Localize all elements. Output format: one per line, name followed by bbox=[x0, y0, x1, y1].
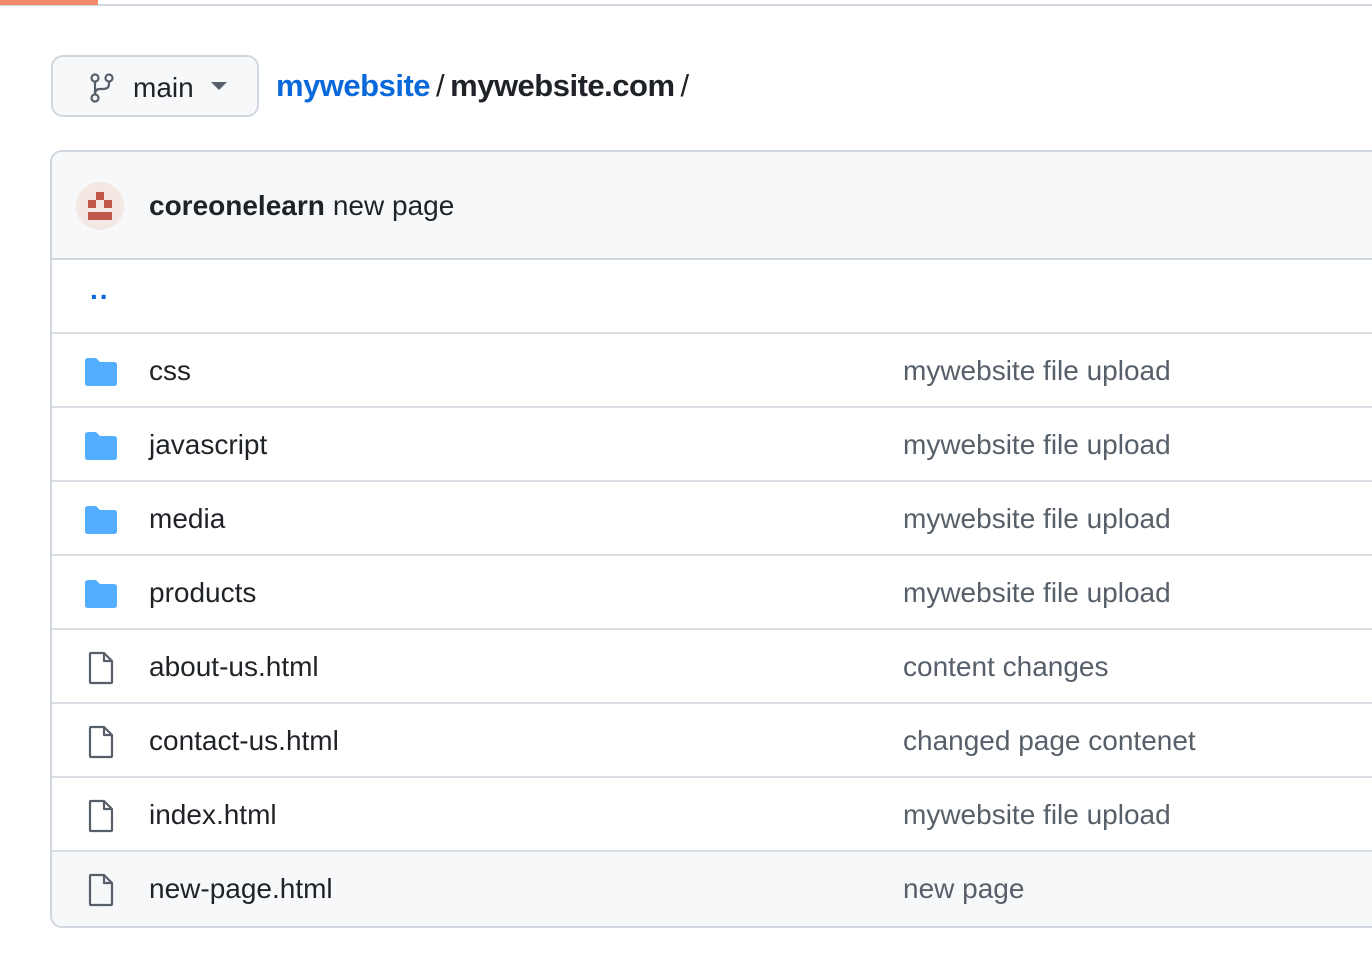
commit-author-link[interactable]: coreonelearn bbox=[149, 190, 325, 221]
commit-message-link[interactable]: content changes bbox=[903, 650, 1109, 684]
breadcrumb-repo-link[interactable]: mywebsite bbox=[276, 68, 431, 103]
file-row[interactable]: new-page.html new page bbox=[52, 852, 1372, 926]
file-icon bbox=[83, 725, 119, 759]
branch-name: main bbox=[133, 72, 194, 103]
commit-message-link[interactable]: changed page contenet bbox=[903, 724, 1196, 758]
progress-bar-fill bbox=[0, 0, 98, 5]
breadcrumb: mywebsite / mywebsite.com / bbox=[276, 66, 695, 106]
folder-row[interactable]: products mywebsite file upload bbox=[52, 556, 1372, 630]
file-row[interactable]: contact-us.html changed page contenet bbox=[52, 704, 1372, 778]
commit-message-link[interactable]: mywebsite file upload bbox=[903, 798, 1171, 832]
commit-message-link[interactable]: mywebsite file upload bbox=[903, 502, 1171, 536]
file-icon bbox=[83, 799, 119, 833]
folder-name-link[interactable]: javascript bbox=[149, 428, 267, 462]
file-name-link[interactable]: new-page.html bbox=[149, 872, 333, 906]
breadcrumb-trailing-separator: / bbox=[680, 68, 690, 103]
commit-message-link[interactable]: mywebsite file upload bbox=[903, 428, 1171, 462]
breadcrumb-separator: / bbox=[436, 68, 445, 103]
page-load-progress bbox=[0, 0, 1372, 6]
folder-name-link[interactable]: media bbox=[149, 502, 225, 536]
file-name-link[interactable]: index.html bbox=[149, 798, 277, 832]
commit-message-link[interactable]: mywebsite file upload bbox=[903, 576, 1171, 610]
parent-directory-link[interactable]: .. bbox=[90, 274, 110, 306]
folder-name-link[interactable]: css bbox=[149, 354, 191, 388]
caret-down-icon bbox=[211, 82, 227, 90]
file-row[interactable]: index.html mywebsite file upload bbox=[52, 778, 1372, 852]
folder-row[interactable]: css mywebsite file upload bbox=[52, 334, 1372, 408]
commit-message-link[interactable]: new page bbox=[333, 190, 454, 221]
file-name-link[interactable]: about-us.html bbox=[149, 650, 319, 684]
file-browser: coreonelearn new page .. css mywebsite fil… bbox=[50, 150, 1372, 928]
commit-message-link[interactable]: mywebsite file upload bbox=[903, 354, 1171, 388]
folder-icon bbox=[83, 429, 119, 463]
latest-commit-text: coreonelearn new page bbox=[149, 189, 454, 223]
breadcrumb-current-folder: mywebsite.com bbox=[450, 68, 675, 103]
folder-icon bbox=[83, 503, 119, 537]
folder-icon bbox=[83, 577, 119, 611]
file-row[interactable]: about-us.html content changes bbox=[52, 630, 1372, 704]
folder-icon bbox=[83, 355, 119, 389]
identicon-avatar[interactable] bbox=[76, 182, 124, 230]
file-icon bbox=[83, 873, 119, 907]
file-name-link[interactable]: contact-us.html bbox=[149, 724, 339, 758]
folder-row[interactable]: javascript mywebsite file upload bbox=[52, 408, 1372, 482]
commit-message-link[interactable]: new page bbox=[903, 872, 1024, 906]
folder-row[interactable]: media mywebsite file upload bbox=[52, 482, 1372, 556]
branch-selector-button[interactable]: main bbox=[51, 55, 259, 117]
folder-name-link[interactable]: products bbox=[149, 576, 256, 610]
file-icon bbox=[83, 651, 119, 685]
parent-directory-row[interactable]: .. bbox=[52, 260, 1372, 334]
latest-commit-header: coreonelearn new page bbox=[52, 152, 1372, 260]
git-branch-icon bbox=[90, 73, 114, 103]
